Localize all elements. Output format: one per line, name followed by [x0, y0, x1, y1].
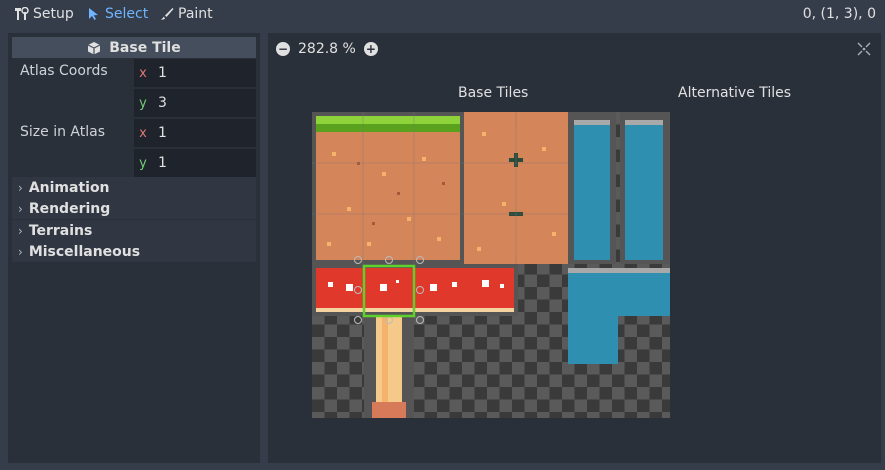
atlas-viewer[interactable]: − 282.8 % + Base Tiles Alternative Tiles [268, 33, 881, 463]
base-tiles-label: Base Tiles [458, 85, 529, 101]
chevron-right-icon: › [18, 223, 23, 238]
alternative-water-tile[interactable] [620, 112, 670, 264]
zoom-in-button[interactable]: + [363, 42, 378, 56]
chevron-right-icon: › [18, 180, 23, 195]
chevron-right-icon: › [18, 201, 23, 216]
chevron-right-icon: › [18, 244, 23, 259]
mushroom-stem-tile[interactable] [364, 316, 414, 418]
brush-icon [161, 8, 174, 20]
select-tool-button[interactable]: Select [87, 6, 148, 22]
water-tile[interactable] [568, 112, 616, 264]
hovered-tile-coords: 0, (1, 3), 0 [802, 6, 876, 22]
base-tile-header[interactable]: Base Tile [12, 37, 256, 58]
atlas-coords-y-field[interactable]: 3 [152, 89, 256, 117]
atlas-coords-label: Atlas Coords [20, 63, 108, 79]
group-miscellaneous[interactable]: › Miscellaneous [12, 241, 256, 262]
zoom-controls: − 282.8 % + [276, 41, 378, 57]
group-label: Animation [28, 179, 110, 196]
size-in-atlas-label: Size in Atlas [20, 124, 105, 140]
alternative-tiles-label: Alternative Tiles [678, 85, 792, 101]
atlas-coords-y-axis: y [134, 89, 152, 117]
group-label: Terrains [28, 222, 93, 239]
setup-label: Setup [33, 6, 74, 22]
atlas-coords-x-axis: x [134, 59, 152, 87]
group-rendering[interactable]: › Rendering [12, 198, 256, 219]
tile-atlas[interactable] [312, 112, 672, 422]
paint-label: Paint [178, 6, 213, 22]
size-x-field[interactable]: 1 [152, 119, 256, 147]
top-toolbar: Setup Select Paint 0, (1, 3), 0 [0, 0, 885, 30]
group-terrains[interactable]: › Terrains [12, 220, 256, 241]
cube-icon [87, 41, 101, 54]
base-tile-title: Base Tile [109, 39, 181, 56]
size-y-field[interactable]: 1 [152, 149, 256, 177]
tools-icon [15, 7, 29, 20]
atlas-coords-x-field[interactable]: 1 [152, 59, 256, 87]
grass-dirt-tile[interactable] [312, 112, 464, 264]
setup-tool-button[interactable]: Setup [15, 6, 74, 22]
size-x-axis: x [134, 119, 152, 147]
select-label: Select [105, 6, 149, 22]
tile-inspector: Base Tile Atlas Coords x 1 y 3 Size in A… [8, 33, 260, 463]
paint-tool-button[interactable]: Paint [160, 6, 213, 22]
zoom-level: 282.8 % [298, 41, 356, 57]
center-view-icon[interactable] [857, 42, 871, 56]
size-y-axis: y [134, 149, 152, 177]
group-label: Miscellaneous [28, 243, 141, 260]
group-label: Rendering [28, 200, 111, 217]
cursor-icon [89, 8, 98, 20]
group-animation[interactable]: › Animation [12, 177, 256, 198]
zoom-out-button[interactable]: − [276, 42, 290, 56]
